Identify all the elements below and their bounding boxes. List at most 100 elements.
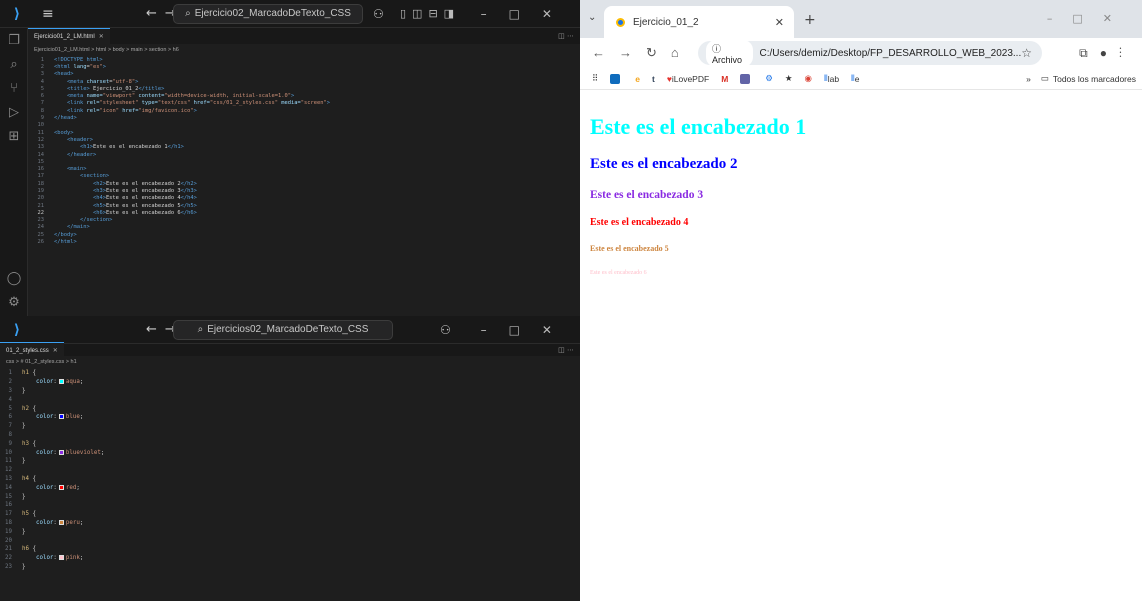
bookmark-gear[interactable]: ⚙ bbox=[765, 73, 773, 84]
code-line: 23} bbox=[0, 563, 580, 572]
editor-actions[interactable]: ◫ ⋯ bbox=[558, 346, 580, 354]
command-search-input[interactable]: ⌕ Ejercicio02_MarcadoDeTexto_CSS bbox=[173, 3, 363, 24]
run-debug-icon[interactable]: ▷ bbox=[0, 100, 28, 124]
window-controls[interactable]: –□✕ bbox=[481, 7, 574, 21]
line-number: 12 bbox=[5, 467, 12, 474]
code-line: 4 bbox=[0, 395, 580, 404]
folder-icon: ▭ bbox=[1040, 73, 1049, 83]
bookmark-star-icon[interactable]: ☆ bbox=[1021, 46, 1032, 60]
account-icon[interactable]: ⚇ bbox=[373, 7, 384, 21]
address-bar[interactable]: ⓘ Archivo C:/Users/demiz/Desktop/FP_DESA… bbox=[698, 39, 1042, 67]
code-text: <h5>Este es el encabezado 5</h5> bbox=[92, 202, 197, 209]
search-icon[interactable]: ⌕ bbox=[0, 52, 28, 76]
tumblr-icon: t bbox=[651, 73, 655, 84]
chrome-toolbar: ←→↻⌂ ⓘ Archivo C:/Users/demiz/Desktop/FP… bbox=[580, 38, 1142, 68]
extensions-icon[interactable]: ⊞ bbox=[0, 124, 28, 148]
menu-icon[interactable]: ≡ bbox=[42, 6, 54, 22]
code-text: </html> bbox=[54, 239, 77, 246]
close-tab-icon[interactable]: ✕ bbox=[53, 347, 58, 354]
bookmark-label: lab bbox=[827, 73, 840, 84]
code-line: 9 </head> bbox=[28, 114, 580, 121]
explorer-icon[interactable]: ❐ bbox=[0, 28, 28, 52]
apps-icon[interactable]: ⠿ bbox=[592, 73, 598, 84]
bookmark-tumblr[interactable]: t bbox=[652, 74, 655, 84]
browser-tab[interactable]: Ejercicio_01_2 ✕ bbox=[604, 6, 794, 38]
code-text: h1 { bbox=[22, 370, 36, 377]
info-chip[interactable]: ⓘ Archivo bbox=[706, 39, 754, 67]
bookmark-ilovepdf[interactable]: ♥ iLovePDF bbox=[667, 74, 709, 84]
code-line: 26 </html> bbox=[28, 238, 580, 245]
line-number: 13 bbox=[5, 475, 12, 482]
new-tab-button[interactable]: + bbox=[804, 12, 816, 28]
editor-tab[interactable]: Ejercicio01_2_LM.html ✕ bbox=[28, 28, 110, 44]
bookmark-teams[interactable] bbox=[740, 73, 753, 84]
editor-actions[interactable]: ◫ ⋯ bbox=[558, 32, 580, 40]
code-text: <header> bbox=[66, 136, 93, 143]
command-search-input[interactable]: ⌕ Ejercicios02_MarcadoDeTexto_CSS bbox=[173, 319, 393, 340]
code-line: 14 color: red; bbox=[0, 483, 580, 492]
close-tab-icon[interactable]: ✕ bbox=[775, 16, 784, 29]
code-text: <h6>Este es el encabezado 6</h6> bbox=[92, 209, 197, 216]
all-bookmarks[interactable]: » ▭ Todos los marcadores bbox=[1026, 73, 1136, 84]
code-editor-css[interactable]: 1 h1 {2 color: aqua; 3} 4 5 h2 {6 color: blue; 7… bbox=[0, 369, 580, 601]
editor-tab-label: 01_2_styles.css bbox=[6, 347, 49, 354]
line-number: 3 bbox=[40, 71, 44, 78]
vscode-logo-icon: ⟩ bbox=[13, 321, 21, 338]
code-line: 10 color: blueviolet; bbox=[0, 448, 580, 457]
bookmarks-bar: ⠿ e t ♥ iLovePDF M ⚙ ★ ◉ ⦀ lab ⦀ e » ▭ Todo… bbox=[580, 68, 1142, 90]
line-number: 25 bbox=[37, 231, 45, 238]
line-number: 2 bbox=[8, 379, 13, 386]
browser-nav-buttons[interactable]: ←→↻⌂ bbox=[592, 45, 693, 61]
code-line: 23 </section> bbox=[28, 217, 580, 224]
line-number: 3 bbox=[8, 387, 13, 394]
bookmark-outlook[interactable] bbox=[610, 73, 623, 84]
close-tab-icon[interactable]: ✕ bbox=[99, 33, 104, 40]
source-control-icon[interactable]: ⑂ bbox=[0, 76, 28, 100]
code-line: 25 </body> bbox=[28, 231, 580, 238]
line-number: 8 bbox=[8, 431, 13, 438]
chrome-window: ⌄ Ejercicio_01_2 ✕ + –□✕ ←→↻⌂ ⓘ Archivo … bbox=[580, 0, 1142, 601]
line-number: 6 bbox=[40, 93, 44, 100]
code-text: } bbox=[22, 563, 26, 570]
code-line: 1 h1 { bbox=[0, 369, 580, 378]
bookmark-star[interactable]: ★ bbox=[785, 73, 793, 84]
code-line: 8 bbox=[0, 431, 580, 440]
code-line: 1 <!DOCTYPE html> bbox=[28, 56, 580, 63]
accounts-icon[interactable]: ◯ bbox=[0, 266, 28, 290]
window-controls[interactable]: –□✕ bbox=[1047, 12, 1132, 25]
code-text: <h1>Este es el encabezado 1</h1> bbox=[79, 144, 184, 151]
line-number: 23 bbox=[5, 563, 12, 570]
code-line: 7 <link rel="stylesheet" type="text/css"… bbox=[28, 100, 580, 107]
more-bookmarks-icon[interactable]: » bbox=[1026, 74, 1031, 84]
chrome-icon: ◉ bbox=[804, 73, 812, 83]
bookmark-lab[interactable]: ⦀ lab bbox=[824, 73, 839, 84]
bookmark-gmail[interactable]: M bbox=[721, 74, 728, 84]
breadcrumb[interactable]: Ejercicio01_2_LM.html > html > body > ma… bbox=[28, 44, 580, 56]
code-text: </header> bbox=[66, 151, 97, 158]
tab-search-icon[interactable]: ⌄ bbox=[588, 12, 596, 23]
bookmark-chrome[interactable]: ◉ bbox=[805, 73, 812, 84]
layout-controls[interactable]: ▯◫⊟◨ bbox=[400, 7, 460, 20]
line-number: 1 bbox=[8, 370, 13, 377]
bookmark-e[interactable]: ⦀ e bbox=[851, 73, 859, 84]
code-text: <link rel="stylesheet" type="text/css" h… bbox=[66, 100, 330, 107]
code-text: } bbox=[22, 493, 26, 500]
account-icon[interactable]: ⚇ bbox=[440, 323, 451, 337]
settings-gear-icon[interactable]: ⚙ bbox=[0, 290, 28, 314]
breadcrumb[interactable]: css > # 01_2_styles.css > h1 bbox=[0, 356, 580, 368]
bookmark-edge[interactable]: e bbox=[635, 74, 640, 84]
window-controls[interactable]: –□✕ bbox=[481, 323, 574, 337]
extension-profile-icons[interactable]: ⧉●⋮ bbox=[1079, 46, 1134, 61]
heading-3: Este es el encabezado 3 bbox=[590, 189, 704, 201]
gear-icon: ⚙ bbox=[765, 73, 773, 83]
line-number: 10 bbox=[5, 449, 12, 456]
code-line: 3 <head> bbox=[28, 71, 580, 78]
code-line: 6 color: blue; bbox=[0, 413, 580, 422]
code-editor-html[interactable]: 1 <!DOCTYPE html> 2 <html lang="es"> 3 <head>… bbox=[28, 56, 580, 316]
code-line: 21 h6 { bbox=[0, 545, 580, 554]
code-line: 2 <html lang="es"> bbox=[28, 63, 580, 70]
code-line: 9 h3 { bbox=[0, 439, 580, 448]
line-number: 7 bbox=[40, 100, 44, 107]
code-line: 21 <h5>Este es el encabezado 5</h5> bbox=[28, 202, 580, 209]
line-number: 24 bbox=[37, 224, 45, 231]
